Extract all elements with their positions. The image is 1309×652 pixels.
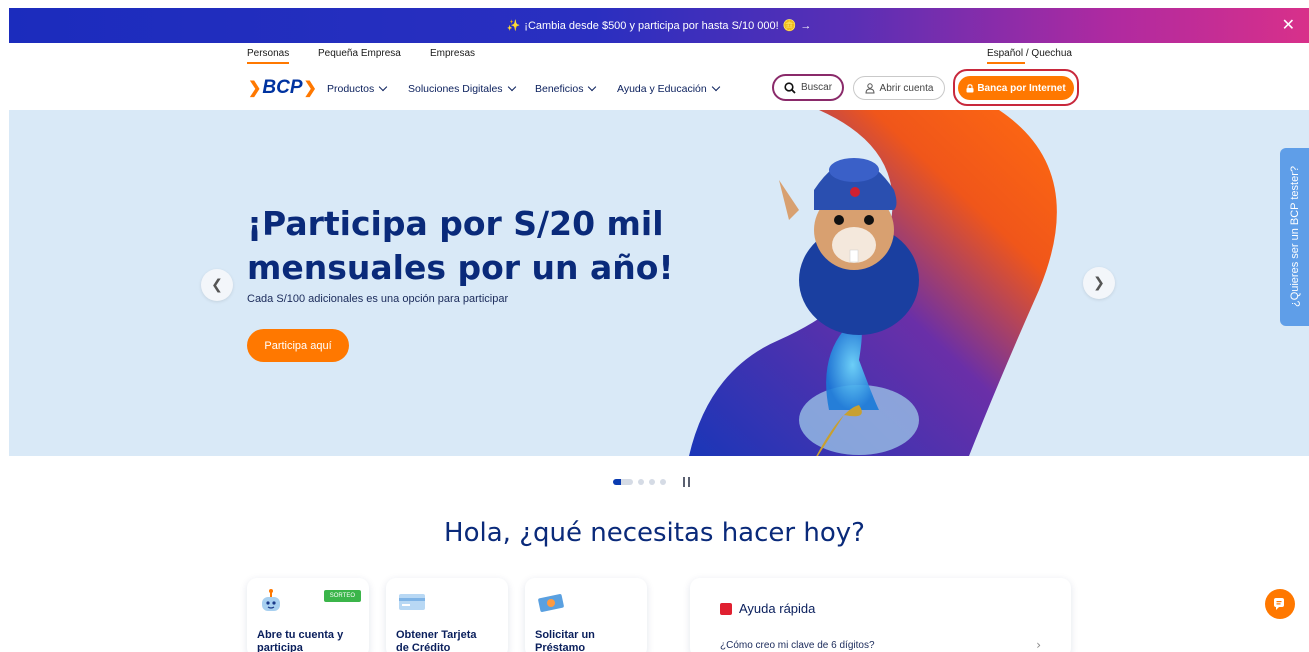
pause-icon[interactable]	[683, 477, 690, 487]
tab-pequena-empresa[interactable]: Pequeña Empresa	[318, 48, 401, 59]
logo-chevron-icon: ❯	[303, 80, 317, 97]
logo-chevron-icon: ❯	[248, 80, 262, 97]
help-question-link[interactable]: ¿Cómo creo mi clave de 6 dígitos?	[720, 640, 875, 651]
carousel-indicators	[613, 477, 690, 487]
promo-content[interactable]: ✨ ¡Cambia desde $500 y participa por has…	[506, 19, 812, 33]
carousel-prev-button[interactable]: ❮	[201, 269, 233, 301]
search-icon	[784, 81, 796, 94]
chevron-right-icon: ❯	[1093, 275, 1105, 291]
help-icon	[720, 602, 732, 615]
nav-label: Productos	[327, 83, 375, 95]
credit-card-icon	[399, 594, 425, 610]
bcp-tester-tab[interactable]: ¿Quieres ser un BCP tester?	[1280, 148, 1309, 326]
chevron-down-icon	[379, 82, 388, 92]
close-icon[interactable]: ✕	[1282, 15, 1295, 35]
hero-title-line: mensuales por un año!	[247, 248, 674, 287]
card-label: Obtener Tarjeta de Crédito	[396, 629, 477, 652]
money-icon	[538, 594, 564, 612]
quick-help-title-text: Ayuda rápida	[739, 601, 816, 616]
open-account-label: Abrir cuenta	[879, 82, 934, 94]
hero-title-line: ¡Participa por S/20 mil	[247, 204, 664, 243]
carousel-dot[interactable]	[660, 479, 666, 485]
sparkle-icon: ✨	[506, 20, 521, 32]
chat-button[interactable]	[1265, 589, 1295, 619]
arrow-right-icon: →	[800, 19, 812, 32]
carousel-dot[interactable]	[649, 479, 655, 485]
search-label: Buscar	[800, 82, 833, 93]
hero-subtitle: Cada S/100 adicionales es una opción par…	[247, 293, 509, 305]
card-credit-card[interactable]: Obtener Tarjeta de Crédito	[386, 578, 508, 652]
sorteo-badge: SORTEO	[323, 590, 361, 602]
robot-icon	[262, 589, 280, 611]
nav-ayuda-educacion[interactable]: Ayuda y Educación	[617, 82, 720, 95]
chevron-left-icon: ❮	[211, 277, 223, 293]
hero-carousel: ¡Participa por S/20 mil mensuales por un…	[9, 110, 1309, 456]
tab-personas[interactable]: Personas	[247, 48, 290, 64]
user-icon	[865, 82, 875, 93]
open-account-button[interactable]: Abrir cuenta	[853, 76, 945, 100]
online-banking-button[interactable]: Banca por Internet	[958, 76, 1074, 100]
quick-help-panel: Ayuda rápida ¿Cómo creo mi clave de 6 dí…	[690, 578, 1071, 652]
promo-banner[interactable]: ✨ ¡Cambia desde $500 y participa por has…	[9, 8, 1309, 43]
nav-label: Soluciones Digitales	[408, 83, 503, 95]
card-label-line: Préstamo	[535, 642, 586, 652]
nav-productos[interactable]: Productos	[327, 82, 388, 95]
logo-text: BCP	[262, 77, 303, 98]
tester-label: ¿Quieres ser un BCP tester?	[1288, 166, 1301, 308]
nav-beneficios[interactable]: Beneficios	[535, 82, 597, 95]
card-label: Abre tu cuenta y participa	[257, 629, 343, 652]
lock-icon	[966, 83, 974, 92]
hero-title: ¡Participa por S/20 mil mensuales por un…	[247, 202, 674, 290]
chevron-down-icon	[588, 82, 597, 92]
nav-label: Ayuda y Educación	[617, 83, 707, 95]
language-selector[interactable]: Español / Quechua	[986, 48, 1072, 64]
promo-text: ¡Cambia desde $500 y participa por hasta…	[524, 19, 779, 32]
card-label-line: participa	[257, 642, 303, 652]
chevron-down-icon	[711, 82, 720, 92]
card-label-line: Solicitar un	[535, 629, 595, 641]
section-title: Hola, ¿qué necesitas hacer hoy?	[444, 518, 865, 548]
quick-help-title: Ayuda rápida	[720, 601, 815, 616]
card-open-account[interactable]: SORTEO Abre tu cuenta y participa	[247, 578, 369, 652]
tab-empresas[interactable]: Empresas	[430, 48, 475, 59]
card-loan[interactable]: Solicitar un Préstamo	[525, 578, 647, 652]
carousel-next-button[interactable]: ❯	[1083, 267, 1115, 299]
coins-icon: 🪙	[782, 20, 797, 32]
segment-tabs: Personas Pequeña Empresa Empresas Españo…	[0, 43, 1309, 65]
participate-button[interactable]: Participa aquí	[247, 329, 349, 362]
nav-soluciones-digitales[interactable]: Soluciones Digitales	[408, 82, 516, 95]
chevron-down-icon	[507, 82, 516, 92]
card-label-line: de Crédito	[396, 642, 451, 652]
card-label-line: Obtener Tarjeta	[396, 629, 477, 641]
search-button[interactable]: Buscar	[772, 74, 844, 101]
nav-label: Beneficios	[535, 83, 584, 95]
chat-icon	[1274, 598, 1284, 610]
hero-illustration	[689, 110, 1057, 456]
card-label: Solicitar un Préstamo	[535, 629, 595, 652]
carousel-dot[interactable]	[613, 479, 633, 485]
main-navbar: ❯ BCP ❯ Productos Soluciones Digitales B…	[0, 66, 1309, 110]
chevron-right-icon[interactable]: ›	[1036, 638, 1041, 652]
carousel-dot[interactable]	[638, 479, 644, 485]
online-banking-label: Banca por Internet	[977, 82, 1066, 94]
card-label-line: Abre tu cuenta y	[257, 629, 344, 641]
bcp-logo[interactable]: ❯ BCP ❯	[247, 77, 318, 99]
